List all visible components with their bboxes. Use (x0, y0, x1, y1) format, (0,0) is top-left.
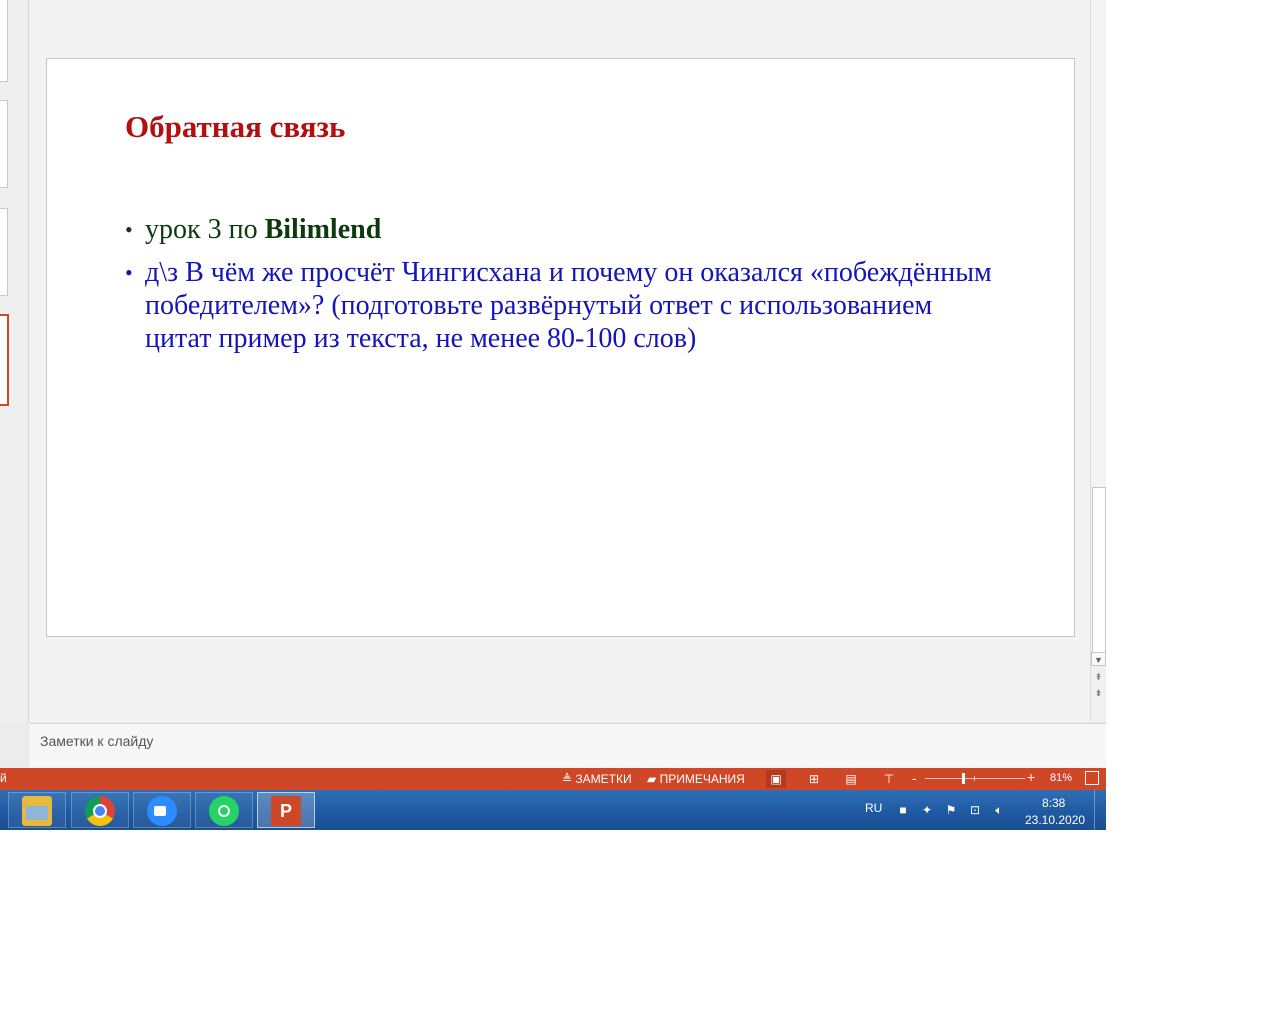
slide-body[interactable]: • урок 3 по Bilimlend • д\з В чём же про… (125, 213, 1005, 365)
input-language-indicator[interactable]: RU (865, 801, 882, 815)
zoom-icon (147, 796, 177, 826)
slide-title[interactable]: Обратная связь (125, 109, 345, 145)
bullet-text: урок 3 по (145, 214, 265, 245)
clock-date[interactable]: 23.10.2020 (1025, 813, 1085, 827)
slide-thumbnail[interactable] (0, 208, 8, 296)
zoom-tray-icon[interactable]: ■ (896, 803, 910, 817)
zoom-slider-center-tick (974, 776, 975, 781)
notes-pane[interactable]: Заметки к слайду (30, 723, 1106, 769)
slide-thumbnail[interactable] (0, 100, 8, 188)
bullet-item: • урок 3 по Bilimlend (125, 213, 1005, 246)
notes-toggle-button[interactable]: ≜ ЗАМЕТКИ (562, 772, 632, 786)
previous-slide-icon[interactable]: ⇞ (1091, 670, 1106, 684)
slide-canvas[interactable]: Обратная связь • урок 3 по Bilimlend • д… (46, 58, 1075, 637)
action-center-flag-icon[interactable]: ⚑ (944, 803, 958, 817)
normal-view-icon[interactable]: ▣ (766, 770, 786, 788)
notes-toggle-label: ЗАМЕТКИ (575, 772, 632, 786)
bullet-marker: • (125, 217, 133, 242)
folder-icon (22, 796, 52, 826)
fit-slide-to-window-icon[interactable] (1085, 771, 1099, 785)
slide-thumbnail[interactable] (0, 0, 8, 82)
zoom-in-button[interactable]: + (1027, 769, 1035, 785)
bullet-bold-text: Bilimlend (264, 214, 382, 245)
taskbar-whatsapp[interactable] (195, 792, 253, 828)
network-icon[interactable]: ⊡ (968, 803, 982, 817)
zoom-slider-handle[interactable] (962, 773, 965, 784)
antivirus-tray-icon[interactable]: ✦ (920, 803, 934, 817)
taskbar-chrome[interactable] (71, 792, 129, 828)
taskbar-file-explorer[interactable] (8, 792, 66, 828)
notes-placeholder: Заметки к слайду (40, 733, 154, 749)
volume-icon[interactable]: 🔈︎ (992, 803, 1006, 817)
slide-thumbnail-selected[interactable] (0, 314, 9, 406)
comments-toggle-button[interactable]: ▰ ПРИМЕЧАНИЯ (647, 772, 745, 786)
zoom-out-button[interactable]: - (912, 770, 917, 786)
zoom-level[interactable]: 81% (1050, 772, 1072, 784)
reading-view-icon[interactable]: ▤ (841, 770, 861, 788)
clock-time[interactable]: 8:38 (1042, 796, 1065, 810)
zoom-slider[interactable] (925, 778, 1025, 779)
bullet-marker: • (125, 260, 133, 285)
whatsapp-icon (209, 796, 239, 826)
powerpoint-window: Обратная связь • урок 3 по Bilimlend • д… (0, 0, 1106, 769)
bullet-item: • д\з В чём же просчёт Чингисхана и поче… (125, 256, 1005, 355)
slideshow-view-icon[interactable]: ⊤ (879, 770, 899, 788)
show-desktop-button[interactable] (1094, 790, 1107, 830)
scroll-down-arrow-icon[interactable]: ▼ (1091, 652, 1106, 666)
slide-thumbnail-pane (0, 0, 29, 722)
status-slide-info: й (0, 771, 7, 785)
taskbar-zoom[interactable] (133, 792, 191, 828)
powerpoint-icon: P (271, 796, 301, 826)
windows-taskbar: P RU ■ ✦ ⚑ ⊡ 🔈︎ 8:38 23.10.2020 (0, 790, 1106, 830)
taskbar-powerpoint[interactable]: P (257, 792, 315, 828)
next-slide-icon[interactable]: ⇟ (1091, 686, 1106, 700)
comments-toggle-label: ПРИМЕЧАНИЯ (659, 772, 745, 786)
status-bar: й ≜ ЗАМЕТКИ ▰ ПРИМЕЧАНИЯ ▣ ⊞ ▤ ⊤ - + 81% (0, 768, 1106, 790)
slide-sorter-view-icon[interactable]: ⊞ (804, 770, 824, 788)
chrome-icon (85, 796, 115, 826)
bullet-text: д\з В чём же просчёт Чингисхана и почему… (145, 257, 992, 354)
vertical-scrollbar[interactable]: ▼ ⇞ ⇟ (1090, 0, 1106, 722)
scrollbar-thumb[interactable] (1092, 487, 1106, 653)
